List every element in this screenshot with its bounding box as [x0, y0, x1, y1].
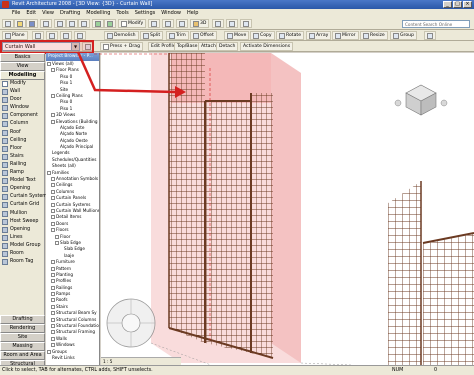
annotation-arrow	[76, 51, 211, 340]
num-lock-indicator: NUM	[392, 368, 404, 373]
view-control-bar: 1 : 5	[101, 357, 181, 365]
status-hint: Click to select, TAB for alternates, CTR…	[2, 368, 153, 373]
view-scale[interactable]: 1 : 5	[103, 359, 112, 364]
status-bar: Click to select, TAB for alternates, CTR…	[0, 365, 474, 375]
status-counter: 0	[434, 368, 438, 373]
